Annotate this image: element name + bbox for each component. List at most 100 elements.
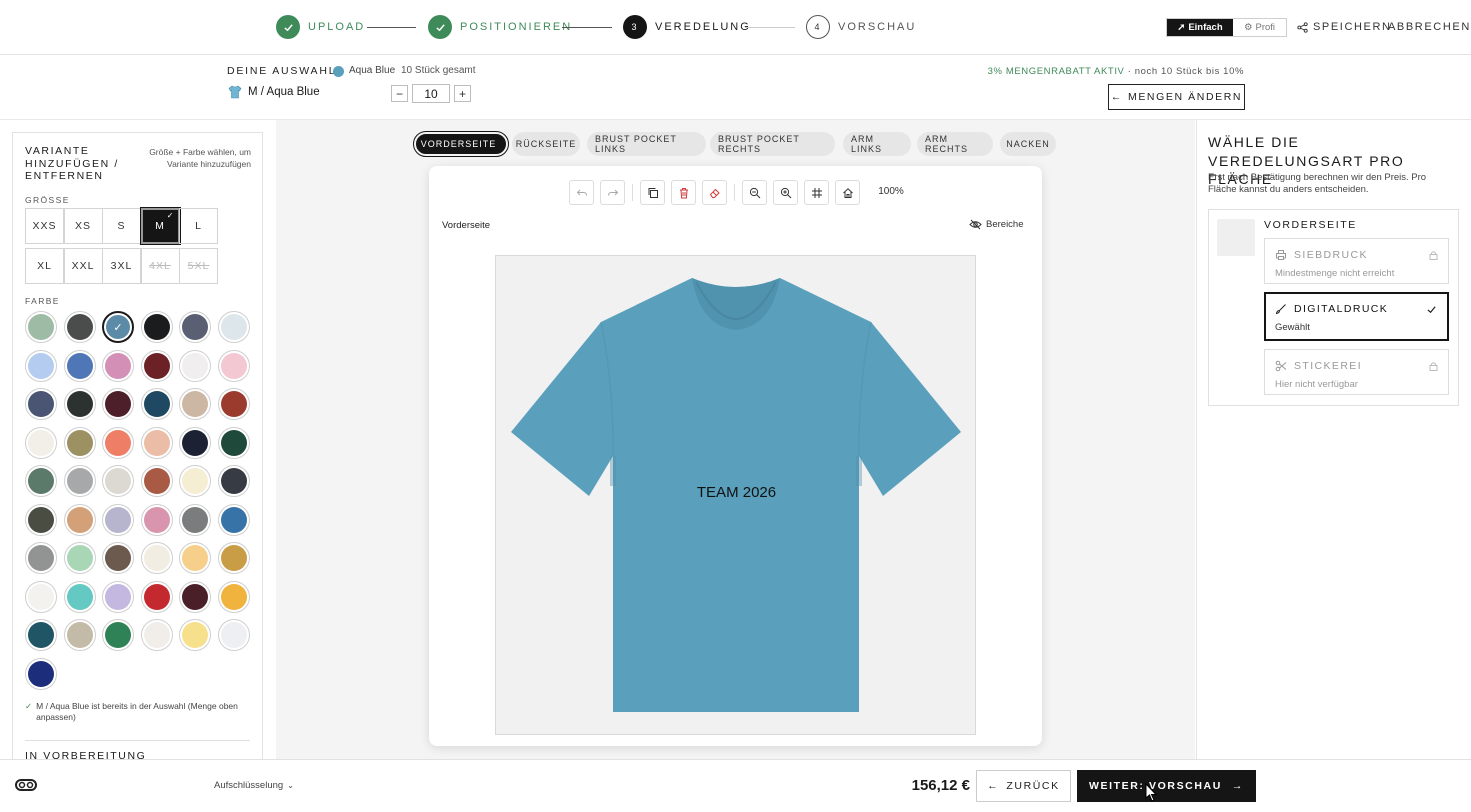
color-swatch[interactable] bbox=[217, 465, 250, 497]
color-swatch[interactable] bbox=[63, 619, 96, 651]
undo-button[interactable] bbox=[569, 180, 594, 205]
color-swatch[interactable] bbox=[102, 349, 134, 382]
tab-placement[interactable]: RÜCKSEITE bbox=[512, 132, 580, 156]
color-swatch[interactable] bbox=[25, 465, 57, 497]
size-option[interactable]: XL bbox=[25, 247, 64, 284]
step-upload[interactable]: UPLOAD bbox=[276, 15, 365, 39]
back-button[interactable]: ← ZURÜCK bbox=[976, 770, 1071, 802]
color-swatch[interactable] bbox=[25, 542, 57, 574]
quantity-input[interactable]: 10 bbox=[412, 84, 450, 103]
zoom-out-button[interactable] bbox=[742, 180, 767, 205]
tab-placement[interactable]: NACKEN bbox=[1000, 132, 1056, 156]
color-swatch[interactable] bbox=[25, 388, 57, 420]
size-option[interactable]: XXS bbox=[25, 208, 64, 244]
color-swatch[interactable] bbox=[25, 619, 57, 651]
save-button[interactable]: SPEICHERN bbox=[1297, 21, 1392, 33]
quantity-increase-button[interactable]: + bbox=[454, 85, 471, 102]
color-swatch[interactable] bbox=[102, 388, 134, 420]
color-swatch[interactable] bbox=[140, 349, 173, 382]
color-swatch[interactable] bbox=[63, 349, 96, 382]
delete-button[interactable] bbox=[671, 180, 696, 205]
color-swatch[interactable] bbox=[217, 503, 250, 536]
color-swatch[interactable] bbox=[63, 542, 96, 574]
color-swatch[interactable] bbox=[25, 349, 57, 382]
redo-button[interactable] bbox=[600, 180, 625, 205]
zoom-in-button[interactable] bbox=[773, 180, 798, 205]
quantity-decrease-button[interactable]: − bbox=[391, 85, 408, 102]
color-swatch[interactable] bbox=[140, 426, 173, 459]
size-option[interactable]: M ✓ bbox=[139, 207, 181, 245]
color-swatch[interactable] bbox=[102, 542, 134, 574]
glasses-icon[interactable] bbox=[15, 778, 37, 797]
color-swatch[interactable] bbox=[217, 619, 250, 651]
color-swatch[interactable] bbox=[179, 619, 211, 651]
color-swatch[interactable]: ✓ bbox=[102, 311, 134, 343]
color-swatch[interactable] bbox=[25, 503, 57, 536]
color-swatch[interactable] bbox=[217, 388, 250, 420]
color-swatch[interactable] bbox=[140, 542, 173, 574]
mode-simple-button[interactable]: ➚ Einfach bbox=[1167, 19, 1233, 36]
erase-button[interactable] bbox=[702, 180, 727, 205]
color-swatch[interactable] bbox=[179, 388, 211, 420]
color-swatch[interactable] bbox=[140, 465, 173, 497]
size-option[interactable]: L bbox=[179, 208, 218, 244]
size-option[interactable]: XS bbox=[63, 208, 103, 244]
color-swatch[interactable] bbox=[140, 580, 173, 613]
color-swatch[interactable] bbox=[217, 311, 250, 343]
color-swatch[interactable] bbox=[140, 311, 173, 343]
breakdown-toggle[interactable]: Aufschlüsselung ⌄ bbox=[214, 780, 294, 791]
color-swatch[interactable] bbox=[63, 426, 96, 459]
color-swatch[interactable] bbox=[217, 542, 250, 574]
color-swatch[interactable] bbox=[25, 426, 57, 459]
size-option[interactable]: XXL bbox=[63, 247, 103, 284]
step-veredelung[interactable]: 3 VEREDELUNG bbox=[623, 15, 751, 39]
color-swatch[interactable] bbox=[179, 311, 211, 343]
tab-placement[interactable]: VORDERSEITE bbox=[413, 131, 509, 157]
color-swatch[interactable] bbox=[217, 349, 250, 382]
color-swatch[interactable] bbox=[25, 657, 57, 690]
step-vorschau[interactable]: 4 VORSCHAU bbox=[806, 15, 916, 39]
color-swatch[interactable] bbox=[25, 311, 57, 343]
tab-placement[interactable]: ARM RECHTS bbox=[917, 132, 993, 156]
mode-pro-button[interactable]: ⚙ Profi bbox=[1233, 19, 1286, 36]
next-preview-button[interactable]: WEITER: VORSCHAU → bbox=[1077, 770, 1256, 802]
crop-button[interactable] bbox=[804, 180, 829, 205]
tab-placement[interactable]: ARM LINKS bbox=[843, 132, 911, 156]
option-digitaldruck[interactable]: DIGITALDRUCK Gewählt bbox=[1264, 292, 1449, 341]
option-siebdruck[interactable]: SIEBDRUCK Mindestmenge nicht erreicht bbox=[1264, 238, 1449, 284]
color-swatch[interactable] bbox=[217, 580, 250, 613]
color-swatch[interactable] bbox=[63, 503, 96, 536]
color-swatch[interactable] bbox=[179, 580, 211, 613]
step-positionieren[interactable]: POSITIONIEREN bbox=[428, 15, 572, 39]
color-swatch[interactable] bbox=[63, 465, 96, 497]
cancel-button[interactable]: ABBRECHEN bbox=[1388, 21, 1471, 33]
reset-view-button[interactable] bbox=[835, 180, 860, 205]
size-option[interactable]: 3XL bbox=[102, 247, 141, 284]
duplicate-button[interactable] bbox=[640, 180, 665, 205]
change-amounts-button[interactable]: ← MENGEN ÄNDERN bbox=[1108, 84, 1245, 110]
color-swatch[interactable] bbox=[102, 503, 134, 536]
color-swatch[interactable] bbox=[179, 465, 211, 497]
color-swatch[interactable] bbox=[63, 311, 96, 343]
color-swatch[interactable] bbox=[102, 580, 134, 613]
color-swatch[interactable] bbox=[63, 388, 96, 420]
color-swatch[interactable] bbox=[140, 388, 173, 420]
color-swatch[interactable] bbox=[217, 426, 250, 459]
color-swatch[interactable] bbox=[102, 619, 134, 651]
color-swatch[interactable] bbox=[179, 542, 211, 574]
print-text[interactable]: TEAM 2026 bbox=[496, 484, 977, 501]
color-swatch[interactable] bbox=[140, 503, 173, 536]
color-swatch[interactable] bbox=[102, 465, 134, 497]
color-swatch[interactable] bbox=[179, 426, 211, 459]
tab-placement[interactable]: BRUST POCKET RECHTS bbox=[710, 132, 835, 156]
color-swatch[interactable] bbox=[63, 580, 96, 613]
color-swatch[interactable] bbox=[140, 619, 173, 651]
option-stickerei[interactable]: STICKEREI Hier nicht verfügbar bbox=[1264, 349, 1449, 395]
color-swatch[interactable] bbox=[102, 426, 134, 459]
tab-placement[interactable]: BRUST POCKET LINKS bbox=[587, 132, 706, 156]
color-swatch[interactable] bbox=[25, 580, 57, 613]
color-swatch[interactable] bbox=[179, 503, 211, 536]
size-option[interactable]: S bbox=[102, 208, 141, 244]
color-swatch[interactable] bbox=[179, 349, 211, 382]
areas-toggle[interactable]: Bereiche bbox=[969, 219, 1024, 230]
